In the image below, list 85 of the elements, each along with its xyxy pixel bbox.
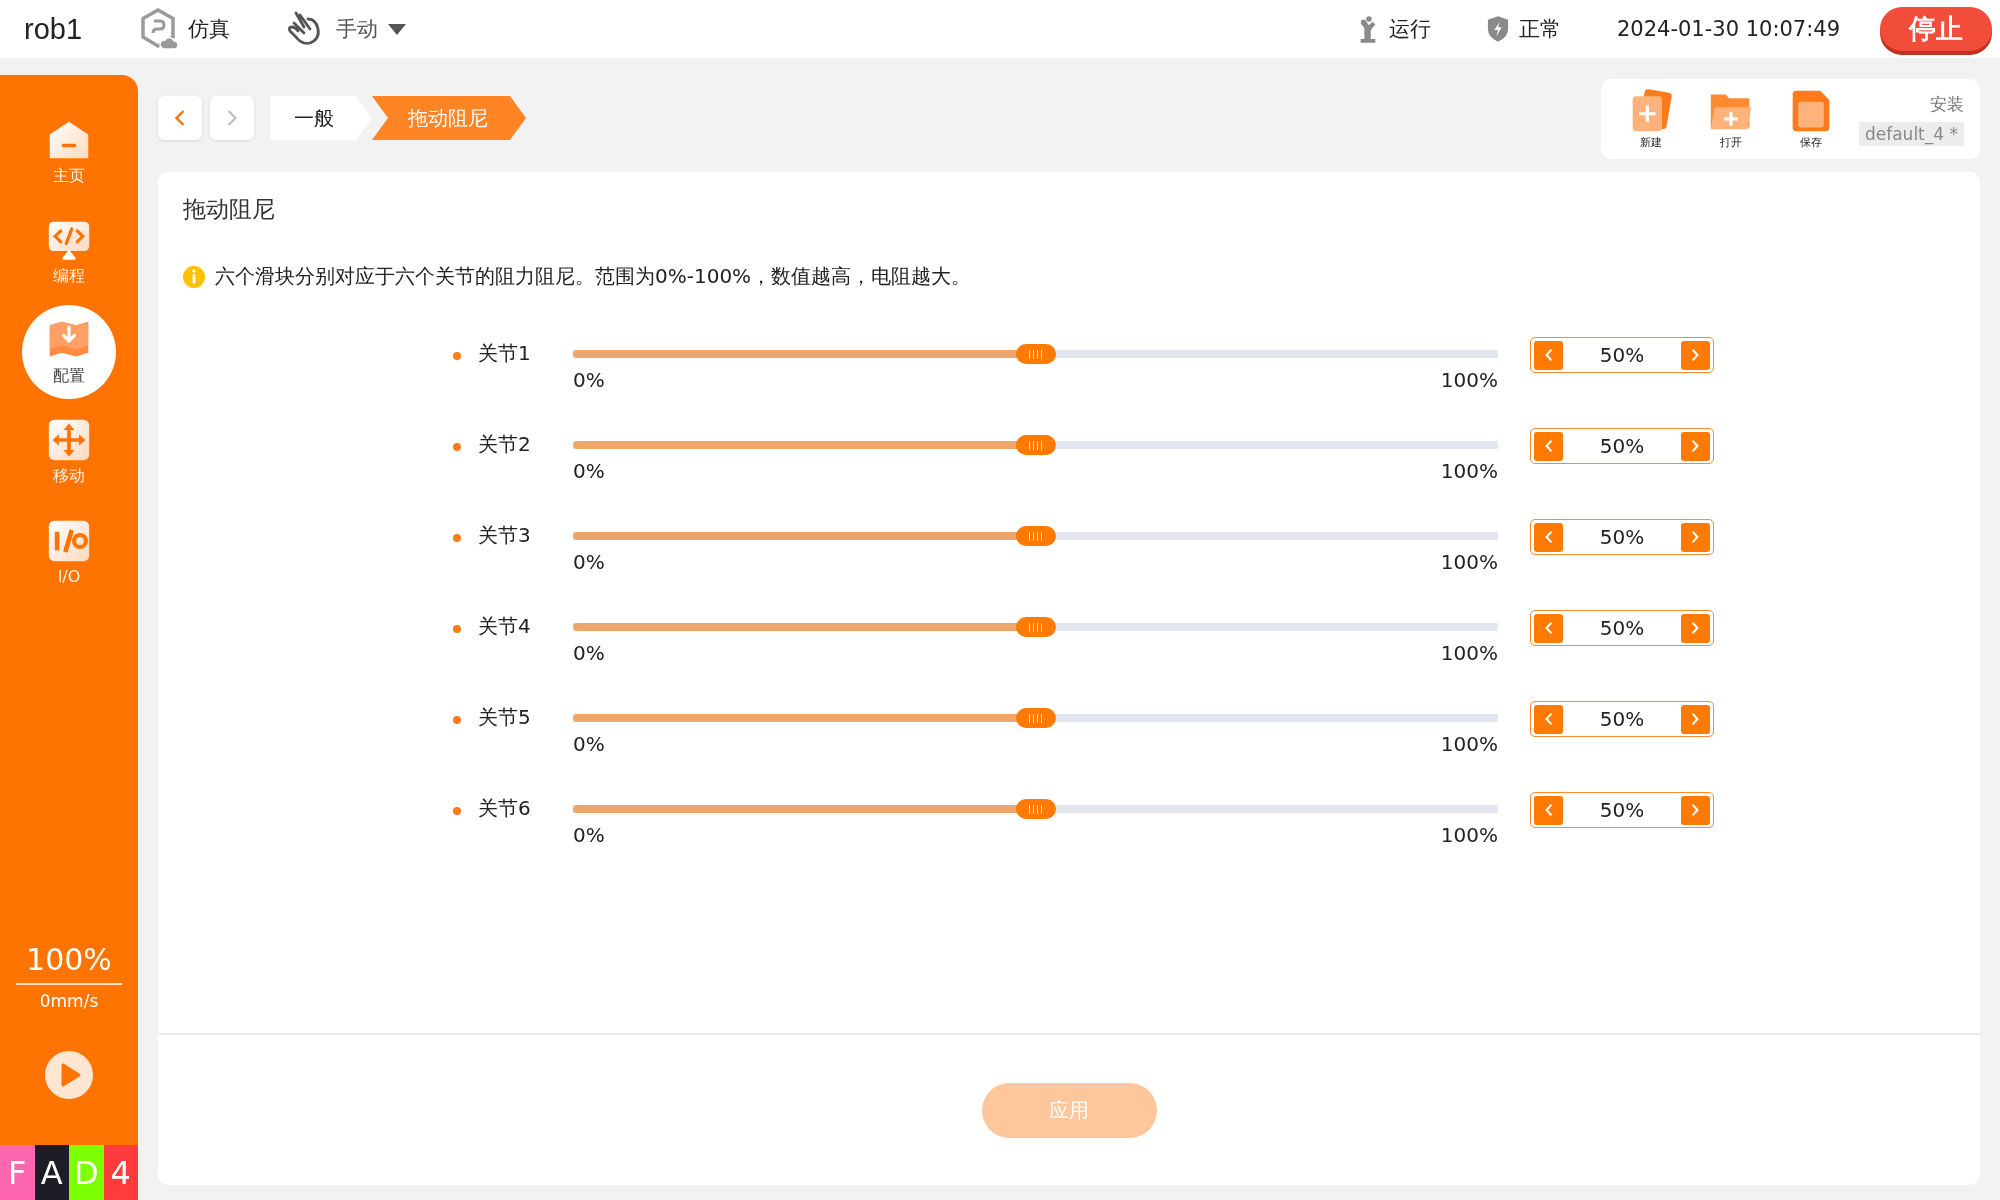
joint-label: 关节5 — [478, 704, 532, 731]
max-label: 100% — [1440, 823, 1498, 847]
info-icon — [183, 265, 205, 288]
nav-item[interactable]: 配置 — [22, 305, 116, 399]
slider-thumb[interactable] — [1015, 526, 1056, 546]
nav-item[interactable]: I/O — [22, 505, 116, 599]
shield-bolt-icon — [1486, 15, 1509, 43]
min-label: 0% — [573, 368, 605, 392]
value-text: 50% — [1599, 707, 1645, 731]
move-arrows-icon — [47, 417, 91, 462]
velocity-readout: 0mm/s — [39, 991, 99, 1011]
joint-label: 关节1 — [478, 340, 532, 367]
back-button[interactable] — [158, 96, 202, 140]
increment-button[interactable] — [1681, 340, 1710, 370]
slider-thumb[interactable] — [1015, 799, 1056, 819]
installation-label: 安装 — [1930, 92, 1964, 116]
value-text: 50% — [1599, 798, 1645, 822]
mode-badge: F — [0, 1145, 35, 1200]
min-label: 0% — [573, 641, 605, 665]
bullet-icon — [453, 534, 461, 542]
bullet-icon — [453, 625, 461, 633]
increment-button[interactable] — [1681, 613, 1710, 643]
chevron-right-icon — [225, 108, 239, 128]
mode-dropdown[interactable]: 手动 — [286, 9, 407, 49]
hexagon-cloud-icon — [138, 7, 179, 51]
breadcrumb-tab[interactable]: 一般 — [270, 96, 372, 140]
toolbar-button[interactable]: 保存 — [1788, 88, 1833, 150]
run-status: 运行 — [1388, 16, 1431, 43]
io-icon — [47, 518, 91, 563]
max-label: 100% — [1440, 550, 1498, 574]
max-label: 100% — [1440, 732, 1498, 756]
toolbar-button[interactable]: 打开 — [1708, 88, 1753, 150]
toolbar-button[interactable]: 新建 — [1628, 88, 1673, 150]
max-label: 100% — [1440, 368, 1498, 392]
min-label: 0% — [573, 823, 605, 847]
bullet-icon — [453, 443, 461, 451]
min-label: 0% — [573, 550, 605, 574]
decrement-button[interactable] — [1534, 522, 1563, 552]
value-text: 50% — [1599, 343, 1645, 367]
caret-icon — [388, 23, 407, 35]
bullet-icon — [453, 716, 461, 724]
min-label: 0% — [573, 732, 605, 756]
slider-thumb[interactable] — [1015, 435, 1056, 455]
decrement-button[interactable] — [1534, 795, 1563, 825]
max-label: 100% — [1440, 459, 1498, 483]
mode-badge: 4 — [103, 1145, 138, 1200]
info-text: 六个滑块分别对应于六个关节的阻力阻尼。范围为0%-100%，数值越高，电阻越大。 — [215, 263, 972, 290]
decrement-button[interactable] — [1534, 704, 1563, 734]
breadcrumb-tab[interactable]: 拖动阻尼 — [372, 96, 526, 140]
mode-label: 仿真 — [188, 16, 231, 43]
joint-label: 关节3 — [478, 522, 532, 549]
value-text: 50% — [1599, 616, 1645, 640]
date-time: 2024-01-30 10:07:49 — [1616, 17, 1840, 41]
mode-badge: D — [69, 1145, 104, 1200]
play-icon[interactable] — [45, 1051, 93, 1099]
joint-label: 关节4 — [478, 613, 532, 640]
forward-button[interactable] — [210, 96, 254, 140]
decrement-button[interactable] — [1534, 431, 1563, 461]
slider-thumb[interactable] — [1015, 708, 1056, 728]
nav-item[interactable]: 编程 — [22, 205, 116, 299]
safety-status: 正常 — [1518, 16, 1561, 43]
mode-badge: A — [34, 1145, 69, 1200]
nav-item[interactable]: 主页 — [22, 105, 116, 199]
speed-percent: 100% — [26, 942, 112, 977]
decrement-button[interactable] — [1534, 613, 1563, 643]
increment-button[interactable] — [1681, 795, 1710, 825]
max-label: 100% — [1440, 641, 1498, 665]
bullet-icon — [453, 352, 461, 360]
bullet-icon — [453, 807, 461, 815]
value-text: 50% — [1599, 434, 1645, 458]
joint-label: 关节2 — [478, 431, 532, 458]
joint-label: 关节6 — [478, 795, 532, 822]
robot-name: rob1 — [24, 12, 83, 46]
increment-button[interactable] — [1681, 431, 1710, 461]
slider-thumb[interactable] — [1015, 344, 1056, 364]
min-label: 0% — [573, 459, 605, 483]
slider-thumb[interactable] — [1015, 617, 1056, 637]
increment-button[interactable] — [1681, 704, 1710, 734]
panel-title: 拖动阻尼 — [183, 195, 276, 224]
increment-button[interactable] — [1681, 522, 1710, 552]
decrement-button[interactable] — [1534, 340, 1563, 370]
installation-name: default_4 * — [1858, 121, 1964, 146]
nav-item[interactable]: 移动 — [22, 405, 116, 499]
chevron-left-icon — [173, 108, 187, 128]
value-text: 50% — [1599, 525, 1645, 549]
